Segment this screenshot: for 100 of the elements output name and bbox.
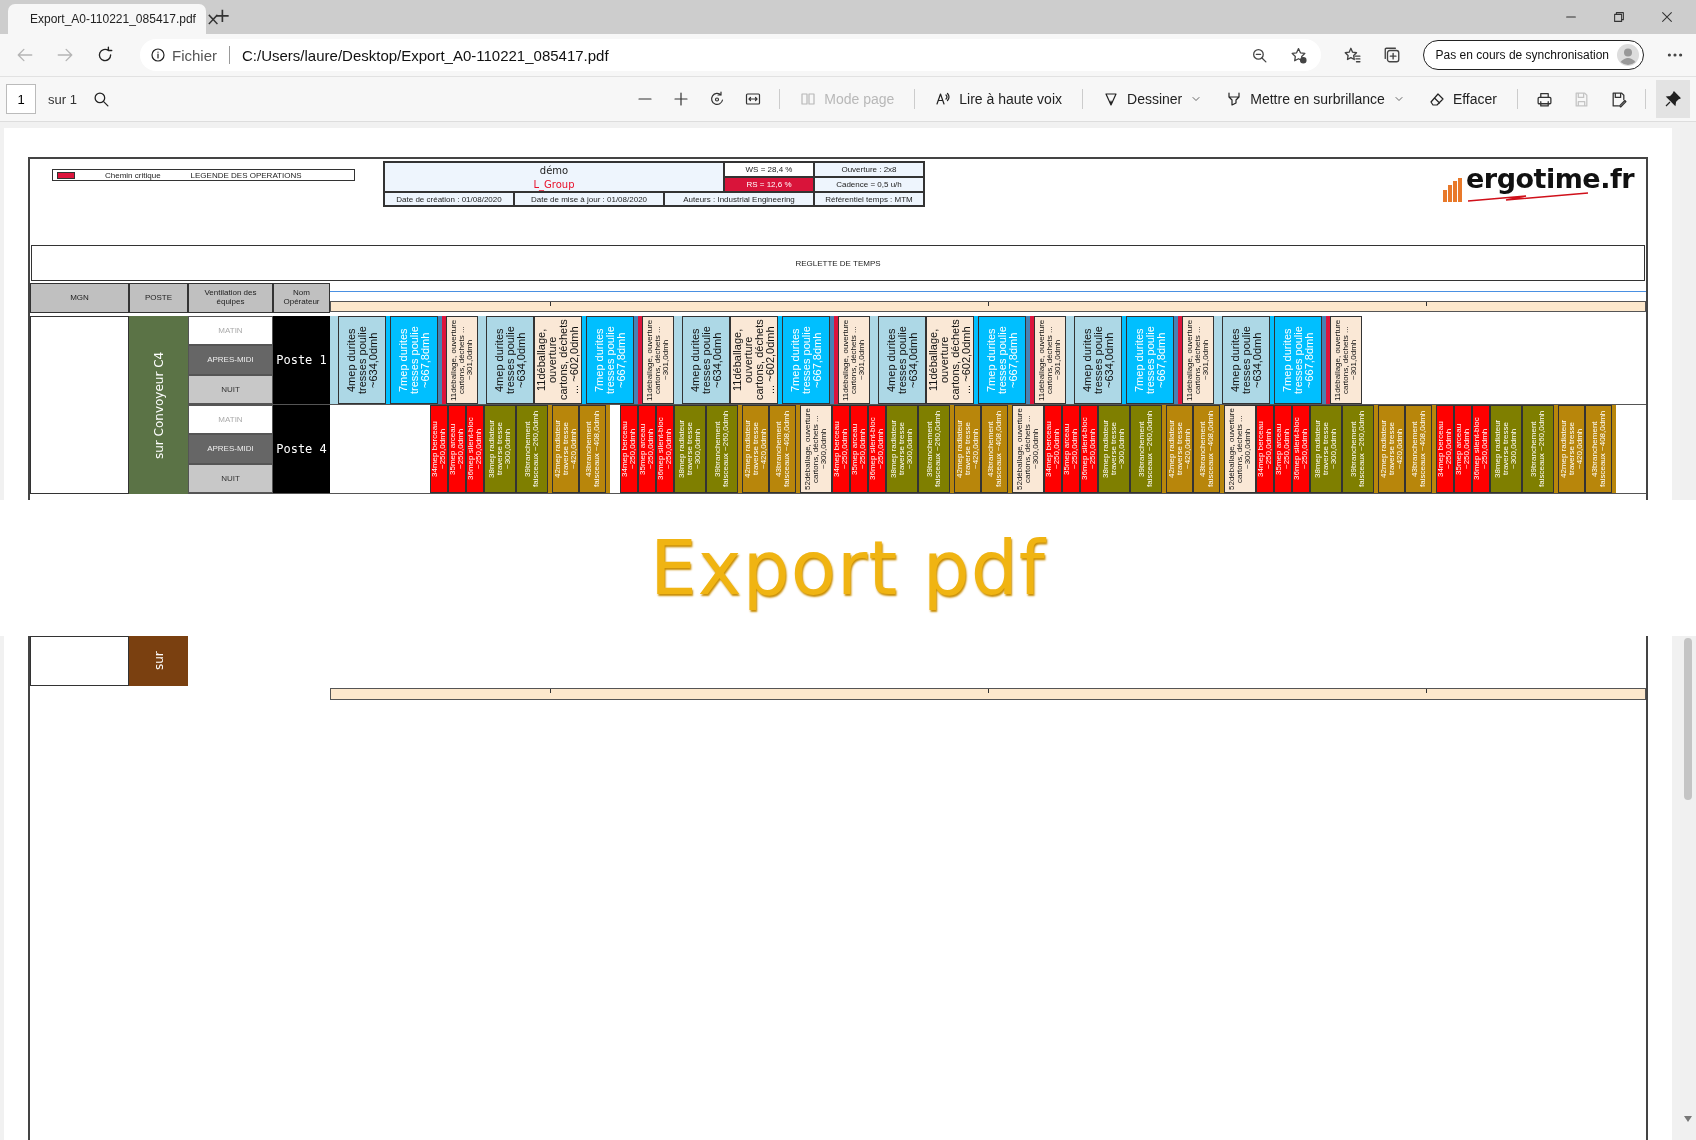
pin-button[interactable] (1656, 80, 1690, 118)
task-bar: 42mep radiateur traverse tresse ~420,0dmh (1378, 405, 1405, 493)
shift-cell: MATIN (188, 405, 273, 435)
cadence-value: Cadence = 0,5 u/h (814, 177, 924, 192)
column-header: POSTE (129, 283, 188, 313)
task-bar: 11déballage, ouverture cartons, déchets ... ~301,0dmh (1034, 316, 1066, 404)
scrollbar-track[interactable] (1680, 122, 1696, 500)
reload-icon[interactable] (96, 46, 114, 64)
task-bar: 38mep radiateur traverse tresse ~300,0dmh (674, 405, 706, 493)
rotate-icon[interactable] (709, 91, 726, 107)
task-bar: 11déballage, ouverture cartons, déchets ... ~602,0dmh (926, 316, 974, 404)
task-bar: 39branchement faisceaux ~260,0dmh (1130, 405, 1162, 493)
task-bar: 36mep silent-bloc ~250,0dmh (656, 405, 674, 493)
task-bar: 7mep durites tresses poulie ~667,8dmh (586, 316, 634, 404)
draw-button[interactable]: Dessiner (1093, 85, 1213, 113)
project-name: démo (384, 162, 724, 177)
rs-value: RS = 12,6 % (724, 177, 814, 192)
search-icon[interactable] (92, 90, 110, 108)
task-bar: 52déballage, ouverture cartons, déchets ... ~300,0dmh (1012, 405, 1044, 493)
task-bar: 52déballage, ouverture cartons, déchets ... ~300,0dmh (1224, 405, 1256, 493)
task-bar: 34mep berceau ~250,0dmh (832, 405, 850, 493)
profile-button[interactable]: Pas en cours de synchronisation (1422, 40, 1644, 70)
highlight-button[interactable]: Mettre en surbrillance (1216, 85, 1415, 113)
operator-cell: Poste 4 (273, 405, 330, 493)
tab-title: Export_A0-110221_085417.pdf (30, 12, 196, 26)
task-bar: 38mep radiateur traverse tresse ~300,0dmh (484, 405, 516, 493)
authors-value: Auteurs : Industrial Engineering (664, 192, 814, 206)
task-bar: 36mep silent-bloc ~250,0dmh (1080, 405, 1098, 493)
group-name: L_Group (384, 177, 724, 192)
task-bar: 42mep radiateur traverse tresse ~420,0dmh (954, 405, 981, 493)
task-bar: 4mep durites tresses poulie ~634,0dmh (682, 316, 730, 404)
legend-label: LEGENDE DES OPERATIONS (190, 170, 302, 180)
task-bar: 7mep durites tresses poulie ~667,8dmh (1274, 316, 1322, 404)
task-bar: 7mep durites tresses poulie ~667,8dmh (978, 316, 1026, 404)
erase-button[interactable]: Effacer (1418, 85, 1507, 113)
favorites-icon[interactable] (1342, 46, 1361, 64)
task-bar: 4mep durites tresses poulie ~634,0dmh (486, 316, 534, 404)
shift-cell: APRES-MIDI (188, 434, 273, 464)
zoom-in-icon[interactable] (673, 91, 690, 107)
pen-icon (1103, 91, 1119, 107)
task-bar: 36mep silent-bloc ~250,0dmh (466, 405, 484, 493)
shift-cell: NUIT (188, 374, 273, 404)
task-bar: 38mep radiateur traverse tresse ~300,0dmh (1490, 405, 1522, 493)
task-bar: 43branchement faisceaux ~408,0dmh (579, 405, 606, 493)
task-bar: 35mep arceau ~250,0dmh (638, 405, 656, 493)
task-bar: 35mep arceau ~250,0dmh (448, 405, 466, 493)
task-bar: 4mep durites tresses poulie ~634,0dmh (878, 316, 926, 404)
station-label: sur Convoyeur C4 (129, 316, 188, 494)
task-bar: 42mep radiateur traverse tresse ~420,0dmh (1166, 405, 1193, 493)
highlighter-icon (1226, 91, 1243, 107)
scroll-down-icon[interactable] (1684, 1116, 1692, 1122)
task-bar: 42mep radiateur traverse tresse ~420,0dmh (1558, 405, 1585, 493)
fit-width-icon[interactable] (745, 91, 762, 107)
ws-value: WS = 28,4 % (724, 162, 814, 177)
scrollbar-thumb[interactable] (1684, 638, 1692, 800)
task-bar: 34mep berceau ~250,0dmh (1256, 405, 1274, 493)
info-icon[interactable] (150, 47, 166, 63)
close-icon[interactable] (1660, 10, 1674, 24)
task-bar: 38mep radiateur traverse tresse ~300,0dmh (1098, 405, 1130, 493)
task-bar: 34mep berceau ~250,0dmh (620, 405, 638, 493)
task-bar: 4mep durites tresses poulie ~634,0dmh (1222, 316, 1270, 404)
page-number-field[interactable]: 1 (6, 84, 36, 114)
task-bar: 39branchement faisceaux ~260,0dmh (706, 405, 738, 493)
shift-cell: NUIT (188, 463, 273, 493)
pages-icon (800, 91, 817, 107)
operator-cell: Poste 1 (273, 316, 330, 404)
caption-title: Export pdf (650, 525, 1046, 611)
read-aloud-button[interactable]: Lire à haute voix (925, 85, 1072, 113)
station-label: sur (129, 636, 188, 686)
column-header: Ventilation des équipes (188, 283, 273, 313)
task-bar: 34mep berceau ~250,0dmh (1044, 405, 1062, 493)
task-bar: 7mep durites tresses poulie ~667,8dmh (390, 316, 438, 404)
logo-text: ergotime.fr (1466, 165, 1634, 192)
task-bar: 43branchement faisceaux ~408,0dmh (1193, 405, 1220, 493)
star-add-icon[interactable] (1289, 46, 1307, 64)
task-bar: 4mep durites tresses poulie ~634,0dmh (1074, 316, 1122, 404)
task-bar: 11déballage, ouverture cartons, déchets ... ~301,0dmh (446, 316, 478, 404)
task-bar: 7mep durites tresses poulie ~667,8dmh (1126, 316, 1174, 404)
task-bar: 39branchement faisceaux ~260,0dmh (918, 405, 950, 493)
task-bar: 4mep durites tresses poulie ~634,0dmh (338, 316, 386, 404)
task-bar: 43branchement faisceaux ~408,0dmh (769, 405, 796, 493)
opening-value: Ouverture : 2x8 (814, 162, 924, 177)
save-as-icon[interactable] (1610, 90, 1627, 108)
task-bar: 43branchement faisceaux ~408,0dmh (1585, 405, 1612, 493)
collections-icon[interactable] (1382, 46, 1401, 64)
task-bar: 39branchement faisceaux ~260,0dmh (1522, 405, 1554, 493)
column-header: MGN (30, 283, 129, 313)
zoom-out-icon[interactable] (1250, 46, 1268, 64)
task-bar: 11déballage, ouverture cartons, déchets ... ~301,0dmh (1182, 316, 1214, 404)
task-bar: 11déballage, ouverture cartons, déchets ... ~301,0dmh (1330, 316, 1362, 404)
task-bar: 36mep silent-bloc ~250,0dmh (1292, 405, 1310, 493)
url-text[interactable]: C:/Users/laure/Desktop/Export_A0-110221_085417.pdf (242, 46, 1245, 64)
update-date: Date de mise à jour : 01/08/2020 (514, 192, 664, 206)
scrollbar-track[interactable] (1680, 636, 1696, 1140)
task-bar: 42mep radiateur traverse tresse ~420,0dmh (552, 405, 579, 493)
restore-icon[interactable] (1612, 10, 1626, 24)
task-bar: 36mep silent-bloc ~250,0dmh (868, 405, 886, 493)
printer-icon[interactable] (1536, 90, 1553, 108)
scheme-label: Fichier (172, 46, 217, 64)
task-bar: 36mep silent-bloc ~250,0dmh (1472, 405, 1490, 493)
